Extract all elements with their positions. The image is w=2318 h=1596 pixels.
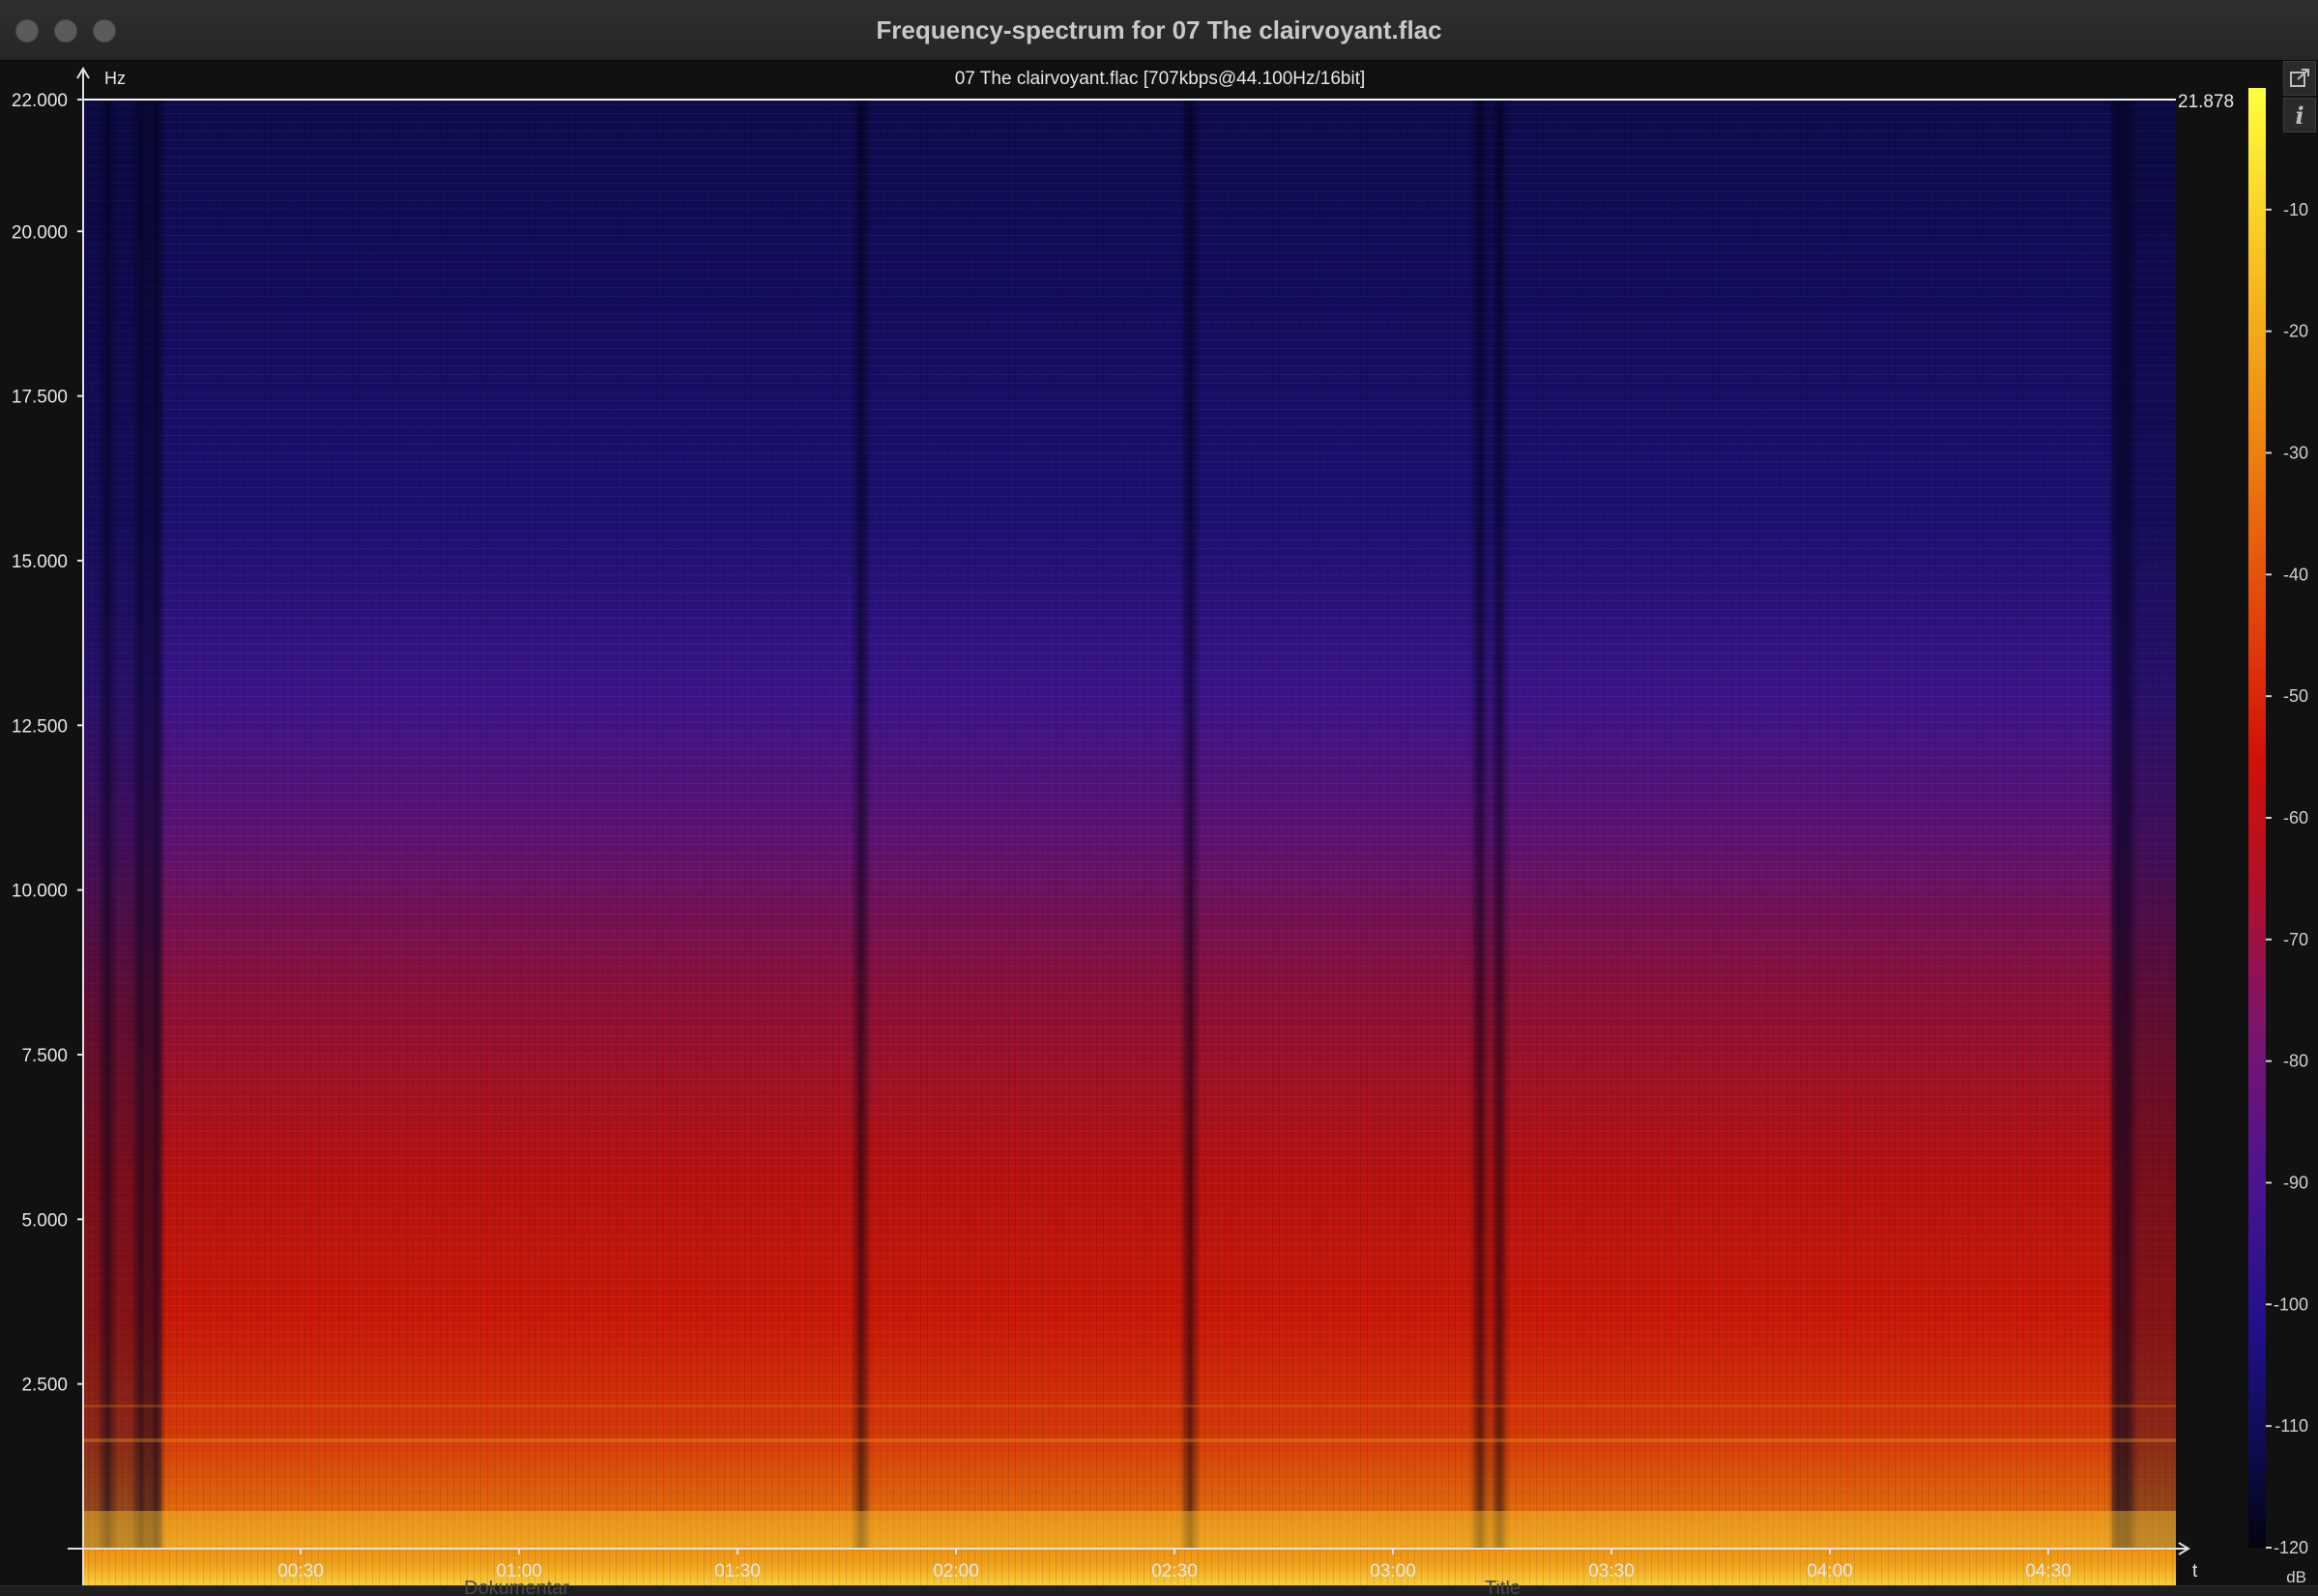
y-tick-label: 22.000 <box>12 91 68 111</box>
spectrogram-outro-region <box>2112 100 2176 1550</box>
colorbar-tick-label: -120 <box>2274 1538 2308 1557</box>
colorbar-tick-label: -10 <box>2283 200 2308 219</box>
external-window-icon <box>2290 69 2309 87</box>
x-tick-label: 03:30 <box>1588 1561 1635 1581</box>
external-window-button[interactable] <box>2283 61 2316 96</box>
info-icon: i <box>2295 101 2304 130</box>
y-axis-ticks: 22.000 20.000 17.500 15.000 12.500 10.000 7.50… <box>12 91 83 1396</box>
background-text-left: Dokumentar <box>464 1581 569 1596</box>
y-tick-label: 10.000 <box>12 882 68 902</box>
colorbar-ticks: -10 -20 -30 -40 -50 -60 -70 -80 -90 -100 -110 -120 <box>2266 200 2308 1557</box>
colorbar-unit: dB <box>2286 1568 2306 1586</box>
y-tick-label: 7.500 <box>21 1046 68 1066</box>
spectrogram-intro-region <box>84 100 161 1550</box>
x-tick-label: 02:30 <box>1151 1561 1198 1581</box>
colorbar-tick-label: -110 <box>2275 1416 2308 1436</box>
y-tick-label: 5.000 <box>21 1210 68 1231</box>
spectrogram-quiet-band <box>1179 100 1201 1550</box>
y-tick-label: 12.500 <box>12 716 68 737</box>
colorbar-tick-label: -70 <box>2283 930 2308 949</box>
colorbar <box>2248 88 2266 1548</box>
info-button[interactable]: i <box>2283 98 2316 132</box>
max-frequency-label: 21.878 <box>2178 92 2234 112</box>
spectrogram-harmonic-line <box>84 1405 2176 1407</box>
colorbar-tick-label: -90 <box>2283 1174 2308 1193</box>
spectrogram-quiet-band <box>1469 100 1491 1550</box>
x-tick-label: 03:00 <box>1370 1561 1416 1581</box>
x-tick-label: 01:30 <box>714 1561 761 1581</box>
x-tick-label: 04:00 <box>1807 1561 1853 1581</box>
y-tick-label: 15.000 <box>12 552 68 572</box>
spectrogram-harmonic-line <box>84 1438 2176 1442</box>
spectrogram-bass-band <box>84 1511 2176 1548</box>
colorbar-tick-label: -50 <box>2283 686 2308 706</box>
spectrum-view: 22.000 20.000 17.500 15.000 12.500 10.000 7.50… <box>0 61 2318 1596</box>
y-tick-label: 17.500 <box>12 388 68 408</box>
colorbar-tick-label: -80 <box>2283 1052 2308 1071</box>
spectrogram-quiet-band <box>851 100 872 1550</box>
background-window-strip <box>0 1585 2318 1596</box>
window-title: Frequency-spectrum for 07 The clairvoyan… <box>876 15 1442 44</box>
spectrogram-quiet-band <box>1489 100 1510 1550</box>
colorbar-tick-label: -20 <box>2283 322 2308 341</box>
spectrum-window: Frequency-spectrum for 07 The clairvoyan… <box>0 0 2318 1596</box>
x-axis-unit: t <box>2192 1561 2198 1581</box>
y-axis-unit: Hz <box>104 69 126 88</box>
background-text-right: Title <box>1485 1581 1521 1596</box>
x-tick-label: 02:00 <box>933 1561 979 1581</box>
file-info-label: 07 The clairvoyant.flac [707kbps@44.100H… <box>955 69 1366 89</box>
x-tick-label: 04:30 <box>2025 1561 2072 1581</box>
spectrogram-chart: 22.000 20.000 17.500 15.000 12.500 10.000 7.50… <box>12 67 2308 1595</box>
y-tick-label: 20.000 <box>12 222 68 243</box>
colorbar-tick-label: -60 <box>2283 808 2308 827</box>
colorbar-tick-label: -40 <box>2283 565 2308 584</box>
x-tick-label: 00:30 <box>277 1561 324 1581</box>
title-bar: Frequency-spectrum for 07 The clairvoyan… <box>0 0 2318 61</box>
colorbar-tick-label: -100 <box>2274 1294 2308 1314</box>
y-tick-label: 2.500 <box>21 1376 68 1396</box>
colorbar-tick-label: -30 <box>2283 444 2308 463</box>
spectrogram-texture-v <box>84 100 2176 1586</box>
x-tick-label: 01:00 <box>496 1561 542 1581</box>
